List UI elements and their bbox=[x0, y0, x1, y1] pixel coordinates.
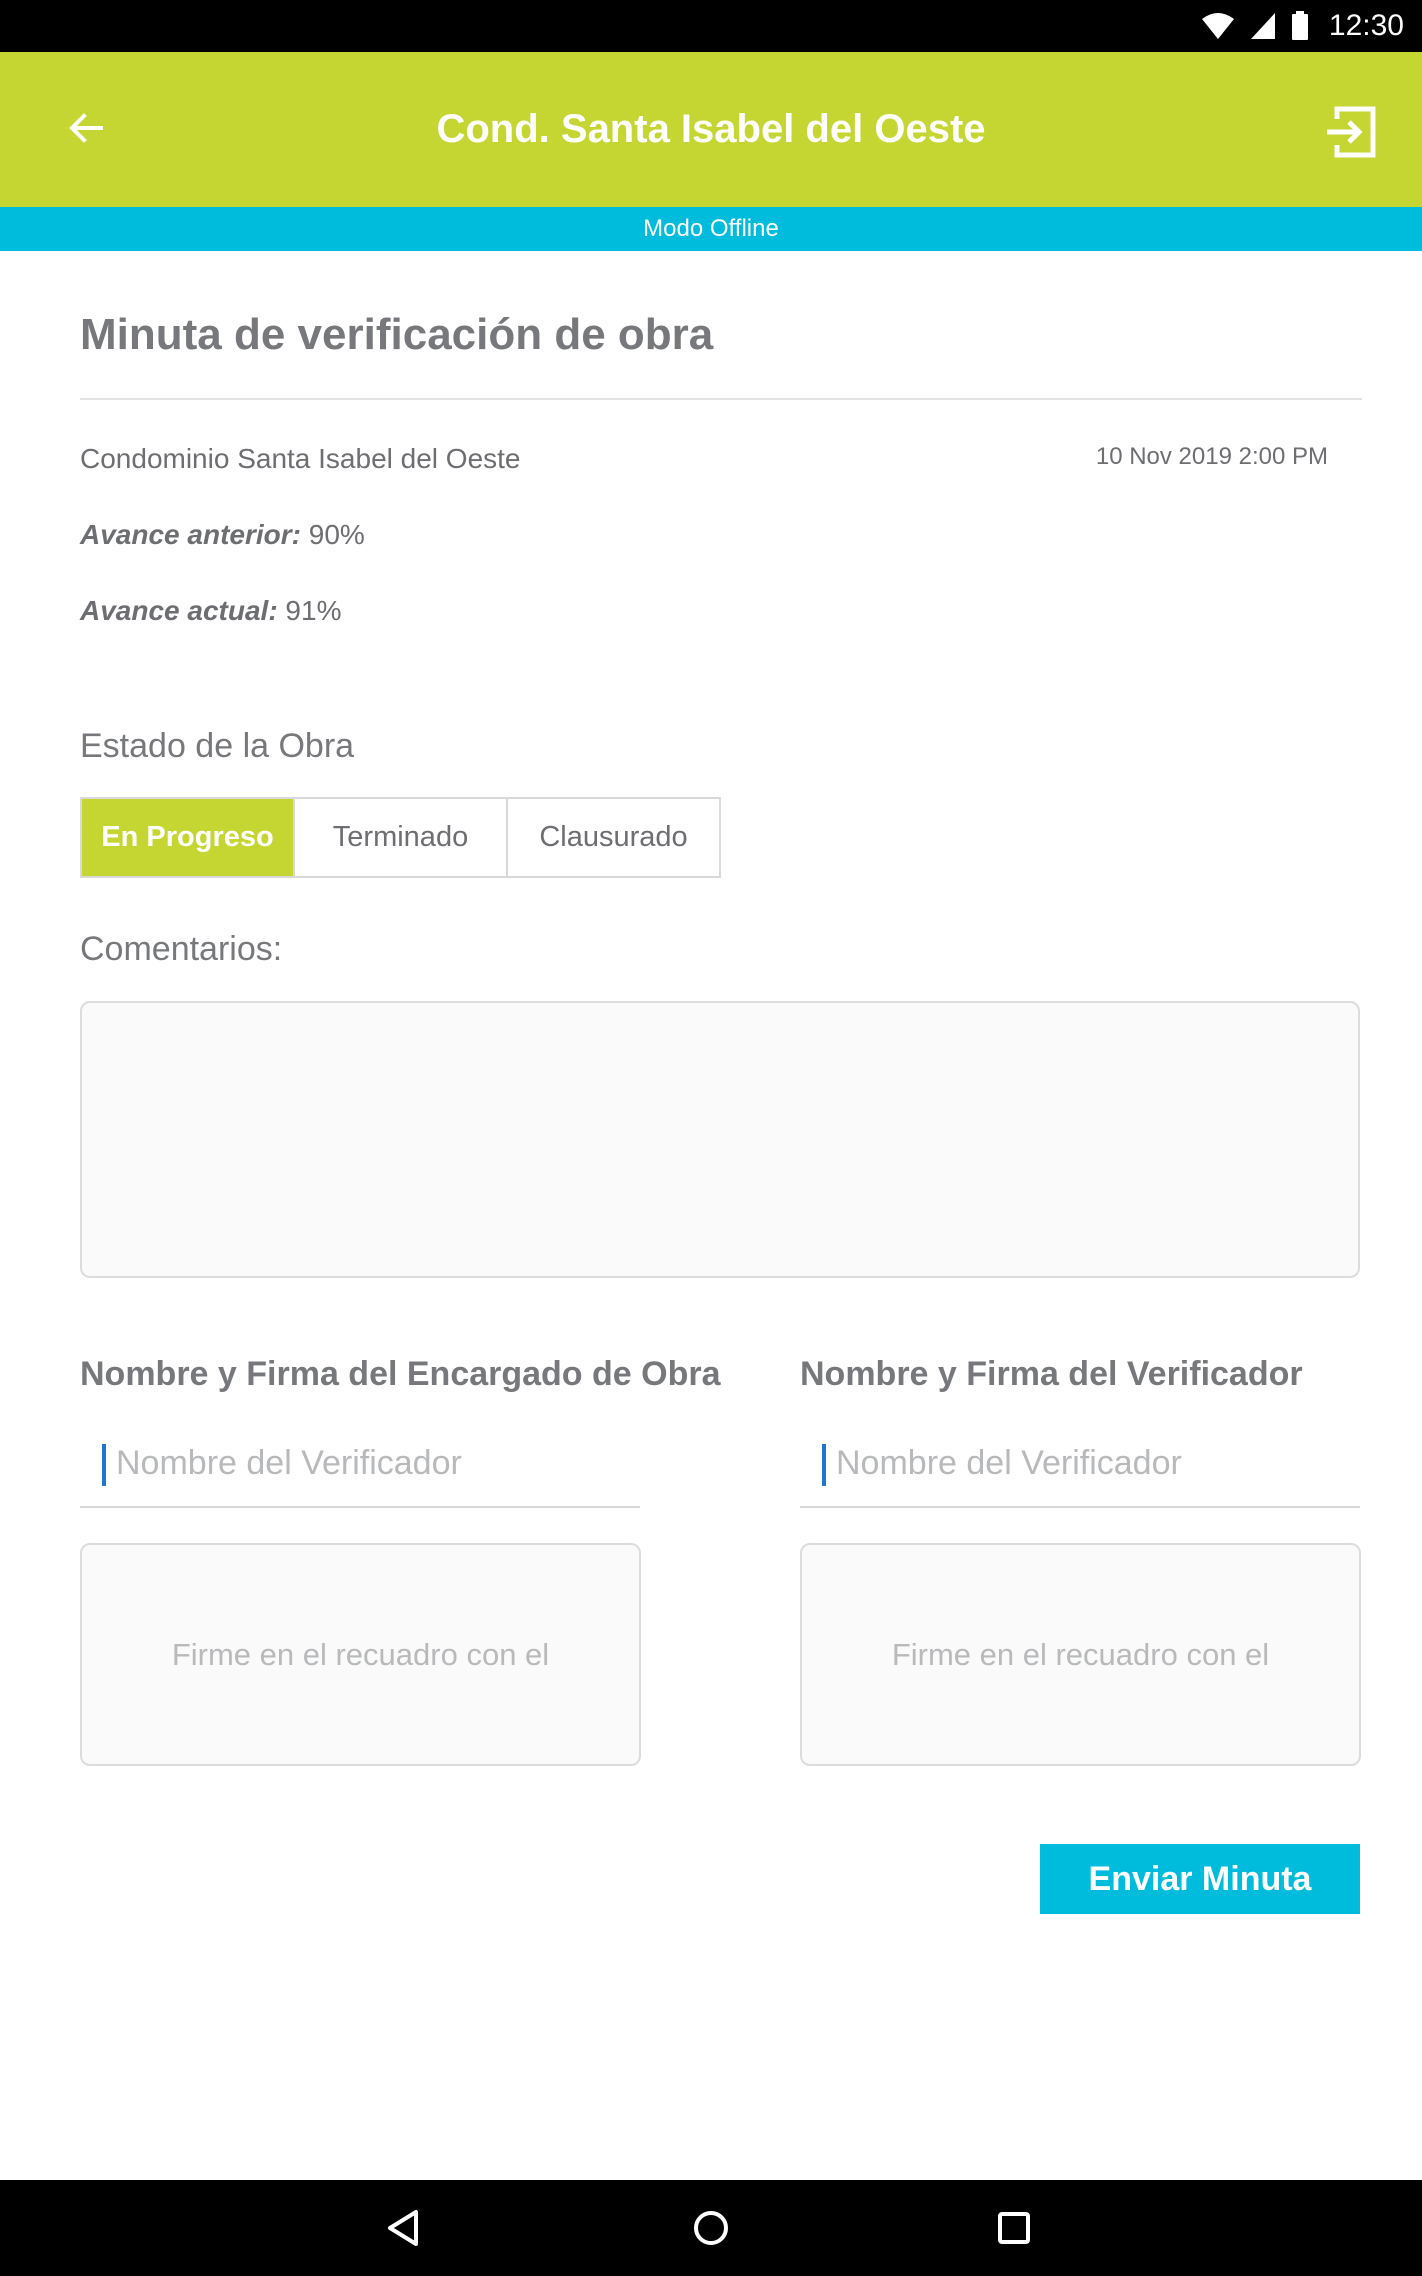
home-circle-icon bbox=[694, 2211, 728, 2245]
status-icons: 12:30 bbox=[1201, 0, 1404, 52]
current-progress-label: Avance actual: bbox=[80, 595, 278, 626]
previous-progress: Avance anterior: 90% bbox=[80, 519, 365, 551]
status-bar: 12:30 bbox=[0, 0, 1422, 52]
page-title: Minuta de verificación de obra bbox=[80, 310, 714, 359]
app-title: Cond. Santa Isabel del Oeste bbox=[436, 107, 986, 151]
supervisor-signature-title: Nombre y Firma del Encargado de Obra bbox=[80, 1355, 721, 1393]
status-time: 12:30 bbox=[1328, 9, 1404, 42]
minute-datetime: 10 Nov 2019 2:00 PM bbox=[1095, 443, 1328, 470]
recents-square-icon bbox=[998, 2212, 1030, 2244]
app-bar: Cond. Santa Isabel del Oeste bbox=[0, 52, 1422, 207]
verifier-signature-pad[interactable]: Firme en el recuadro con el bbox=[800, 1543, 1361, 1766]
previous-progress-value: 90% bbox=[308, 519, 365, 550]
wifi-icon bbox=[1201, 13, 1234, 39]
status-selector: En Progreso Terminado Clausurado bbox=[80, 797, 721, 878]
title-divider bbox=[80, 398, 1362, 400]
supervisor-signature-pad[interactable]: Firme en el recuadro con el bbox=[80, 1543, 641, 1766]
offline-banner: Modo Offline bbox=[0, 207, 1422, 251]
arrow-left-icon bbox=[69, 113, 103, 143]
signature-pad-hint: Firme en el recuadro con el bbox=[891, 1636, 1270, 1672]
verifier-name-input[interactable] bbox=[822, 1430, 1352, 1496]
signature-pad-hint: Firme en el recuadro con el bbox=[171, 1636, 550, 1672]
supervisor-name-input[interactable] bbox=[102, 1430, 632, 1496]
navigation-bar bbox=[0, 2180, 1422, 2276]
nav-back-button[interactable] bbox=[376, 2200, 432, 2256]
exit-button[interactable] bbox=[1320, 102, 1380, 162]
status-option-terminado[interactable]: Terminado bbox=[295, 799, 508, 876]
verifier-signature-title: Nombre y Firma del Verificador bbox=[800, 1355, 1303, 1393]
status-section-label: Estado de la Obra bbox=[80, 727, 355, 765]
previous-progress-label: Avance anterior: bbox=[80, 519, 301, 550]
verifier-name-field bbox=[800, 1430, 1360, 1508]
current-progress-value: 91% bbox=[285, 595, 342, 626]
back-triangle-icon bbox=[388, 2210, 418, 2246]
nav-home-button[interactable] bbox=[683, 2200, 739, 2256]
status-option-en-progreso[interactable]: En Progreso bbox=[82, 799, 295, 876]
signal-icon bbox=[1250, 13, 1275, 39]
battery-icon bbox=[1291, 11, 1308, 40]
comments-input[interactable] bbox=[80, 1001, 1360, 1278]
supervisor-name-field bbox=[80, 1430, 640, 1508]
exit-icon bbox=[1327, 106, 1376, 158]
status-option-clausurado[interactable]: Clausurado bbox=[508, 799, 719, 876]
back-button[interactable] bbox=[62, 104, 110, 152]
nav-recents-button[interactable] bbox=[986, 2200, 1042, 2256]
send-minute-button[interactable]: Enviar Minuta bbox=[1040, 1844, 1360, 1914]
comments-label: Comentarios: bbox=[80, 930, 283, 968]
condominium-name: Condominio Santa Isabel del Oeste bbox=[80, 443, 521, 474]
current-progress: Avance actual: 91% bbox=[80, 595, 341, 627]
